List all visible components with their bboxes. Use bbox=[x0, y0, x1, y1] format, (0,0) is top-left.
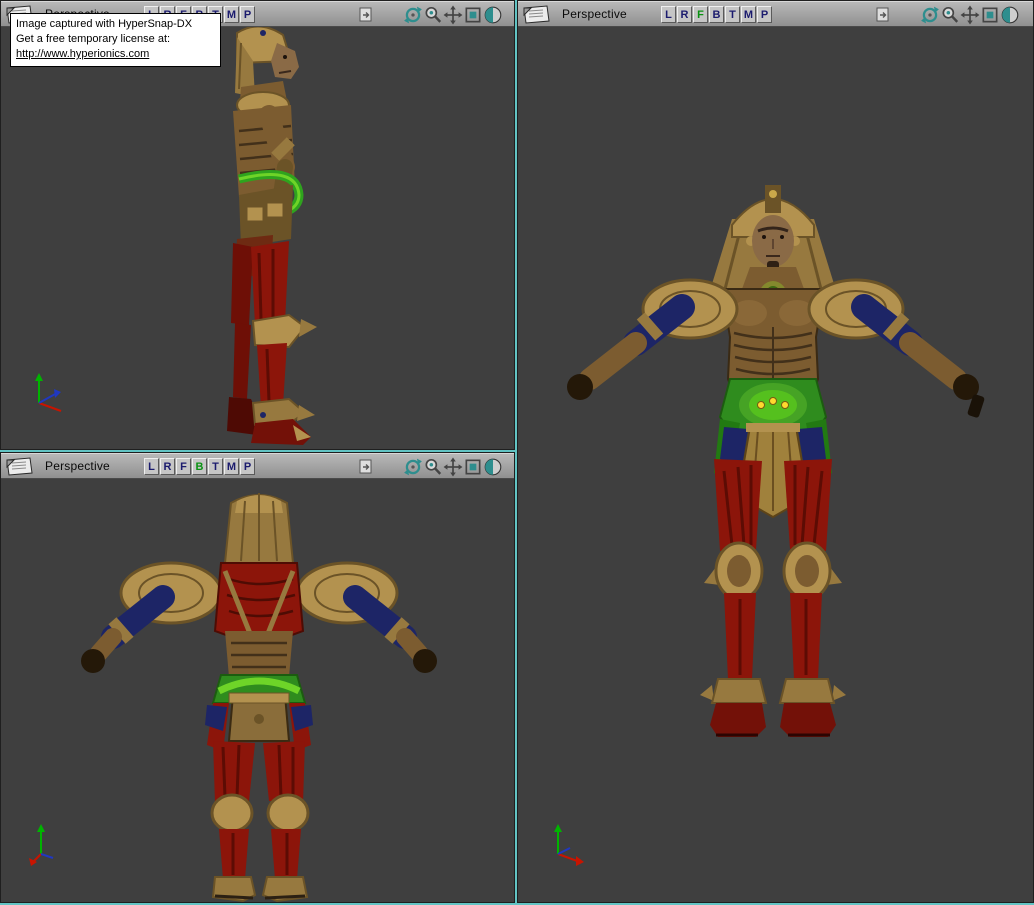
viewport-nav-icons bbox=[403, 5, 503, 25]
viewport-title: Perspective bbox=[45, 459, 110, 473]
character-back-model bbox=[1, 479, 514, 902]
viewport-nav-icons bbox=[920, 5, 1020, 25]
shading-sphere-icon[interactable] bbox=[483, 5, 503, 25]
viewport-right[interactable]: Perspective L R F B T M P bbox=[517, 0, 1034, 903]
pan-icon[interactable] bbox=[960, 5, 980, 25]
snapshot-icon[interactable] bbox=[357, 458, 376, 476]
view-button-back[interactable]: B bbox=[709, 6, 724, 23]
pan-icon[interactable] bbox=[443, 457, 463, 477]
view-button-right[interactable]: R bbox=[677, 6, 692, 23]
snapshot-icon[interactable] bbox=[357, 6, 376, 24]
zoom-icon[interactable] bbox=[940, 5, 960, 25]
shading-sphere-icon[interactable] bbox=[1000, 5, 1020, 25]
view-button-left[interactable]: L bbox=[661, 6, 676, 23]
view-button-m[interactable]: M bbox=[224, 458, 239, 475]
view-button-persp[interactable]: P bbox=[757, 6, 772, 23]
view-button-strip: L R F B T M P bbox=[144, 458, 256, 475]
pan-icon[interactable] bbox=[443, 5, 463, 25]
view-button-persp[interactable]: P bbox=[240, 458, 255, 475]
view-button-m[interactable]: M bbox=[224, 6, 239, 23]
viewport-canvas[interactable] bbox=[518, 27, 1033, 902]
viewport-titlebar: Perspective L R F B T M P bbox=[518, 1, 1033, 27]
view-button-right[interactable]: R bbox=[160, 458, 175, 475]
orbit-icon[interactable] bbox=[403, 5, 423, 25]
view-button-persp[interactable]: P bbox=[240, 6, 255, 23]
axis-gizmo bbox=[27, 824, 73, 870]
watermark-link[interactable]: http://www.hyperionics.com bbox=[16, 47, 214, 62]
viewport-top-left[interactable]: Perspective L R F B T M P bbox=[0, 0, 515, 450]
zoom-icon[interactable] bbox=[423, 5, 443, 25]
view-button-left[interactable]: L bbox=[144, 458, 159, 475]
orbit-icon[interactable] bbox=[920, 5, 940, 25]
view-button-top[interactable]: T bbox=[208, 458, 223, 475]
view-button-back[interactable]: B bbox=[192, 458, 207, 475]
viewport-canvas[interactable] bbox=[1, 27, 514, 449]
viewport-canvas[interactable] bbox=[1, 479, 514, 902]
view-button-front[interactable]: F bbox=[693, 6, 708, 23]
viewport-menu-icon[interactable] bbox=[522, 5, 552, 24]
viewport-title: Perspective bbox=[562, 7, 627, 21]
zoom-icon[interactable] bbox=[423, 457, 443, 477]
viewport-nav-icons bbox=[403, 457, 503, 477]
viewport-bottom-left[interactable]: Perspective L R F B T M P bbox=[0, 452, 515, 903]
axis-gizmo bbox=[544, 824, 590, 870]
watermark-line1: Image captured with HyperSnap-DX bbox=[16, 17, 214, 32]
maximize-icon[interactable] bbox=[980, 5, 1000, 25]
maximize-icon[interactable] bbox=[463, 5, 483, 25]
snapshot-icon[interactable] bbox=[874, 6, 893, 24]
maximize-icon[interactable] bbox=[463, 457, 483, 477]
view-button-front[interactable]: F bbox=[176, 458, 191, 475]
hypersnap-watermark: Image captured with HyperSnap-DX Get a f… bbox=[10, 13, 221, 67]
model-viewer-app: { "watermark": { "line1": "Image capture… bbox=[0, 0, 1034, 905]
shading-sphere-icon[interactable] bbox=[483, 457, 503, 477]
orbit-icon[interactable] bbox=[403, 457, 423, 477]
character-front-model bbox=[518, 27, 1033, 902]
viewport-menu-icon[interactable] bbox=[5, 457, 35, 476]
watermark-line2: Get a free temporary license at: bbox=[16, 32, 214, 47]
view-button-m[interactable]: M bbox=[741, 6, 756, 23]
view-button-strip: L R F B T M P bbox=[661, 6, 773, 23]
character-side-model bbox=[1, 27, 514, 448]
view-button-top[interactable]: T bbox=[725, 6, 740, 23]
axis-gizmo bbox=[27, 371, 73, 417]
viewport-titlebar: Perspective L R F B T M P bbox=[1, 453, 514, 479]
